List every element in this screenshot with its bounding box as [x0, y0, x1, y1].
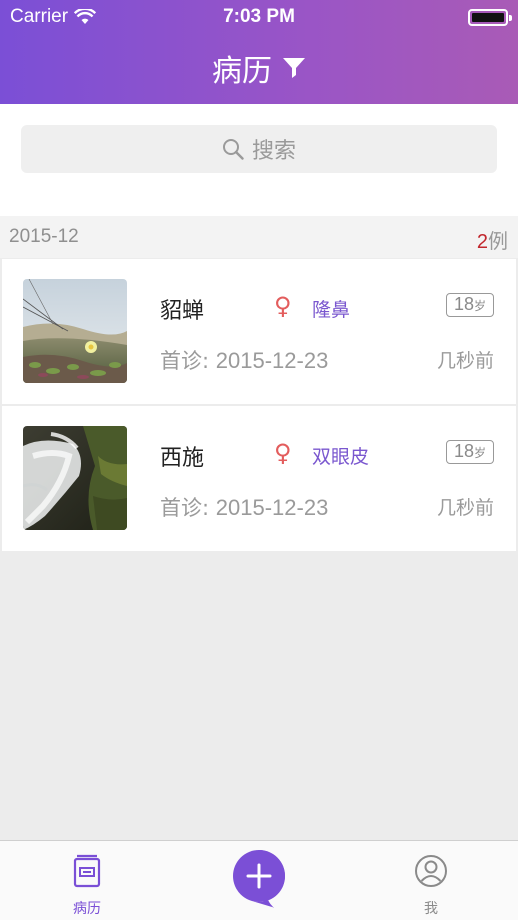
- list-item[interactable]: 貂蝉 ♀ 隆鼻 18岁 首诊: 2015-12-23 几秒前: [2, 259, 516, 404]
- search-icon: [222, 139, 244, 160]
- tab-label: 我: [424, 901, 438, 917]
- first-visit: 首诊: 2015-12-23: [160, 492, 328, 522]
- patient-photo: [23, 279, 127, 383]
- list-item[interactable]: 西施 ♀ 双眼皮 18岁 首诊: 2015-12-23 几秒前: [2, 406, 516, 551]
- status-bar: Carrier 7:03 PM: [0, 0, 518, 34]
- tab-label: 病历: [73, 901, 101, 917]
- procedure-label: 隆鼻: [312, 299, 351, 321]
- section-count: 2例: [477, 225, 508, 254]
- waterfall-photo-image: [23, 426, 127, 530]
- first-visit-label: 首诊:: [160, 349, 210, 373]
- age-unit: 岁: [474, 299, 487, 313]
- age-badge: 18岁: [446, 440, 494, 464]
- age-badge: 18岁: [446, 293, 494, 317]
- plus-icon: [233, 850, 285, 908]
- page-title: 病历: [212, 54, 272, 89]
- time-ago: 几秒前: [436, 497, 494, 519]
- filter-icon[interactable]: [282, 56, 306, 80]
- header: Carrier 7:03 PM 病历: [0, 0, 518, 104]
- first-visit-date: 2015-12-23: [215, 495, 329, 520]
- tab-records[interactable]: 病历: [27, 841, 147, 920]
- status-time: 7:03 PM: [223, 6, 295, 27]
- search-placeholder: 搜索: [251, 139, 296, 164]
- user-icon: [415, 855, 447, 887]
- first-visit: 首诊: 2015-12-23: [160, 345, 328, 375]
- patient-name: 西施: [160, 446, 205, 471]
- records-icon: [73, 854, 101, 888]
- patient-photo: [23, 426, 127, 530]
- tab-me[interactable]: 我: [371, 841, 491, 920]
- nav-title-button[interactable]: 病历: [0, 46, 518, 90]
- first-visit-date: 2015-12-23: [215, 348, 329, 373]
- age-unit: 岁: [474, 446, 487, 460]
- first-visit-label: 首诊:: [160, 496, 210, 520]
- female-icon: ♀: [274, 292, 292, 320]
- search-input[interactable]: 搜索: [21, 125, 497, 173]
- age-value: 18: [453, 441, 474, 461]
- section-header: 2015-12 2例: [0, 216, 518, 258]
- flower-photo-image: [23, 279, 127, 383]
- female-icon: ♀: [274, 439, 292, 467]
- age-value: 18: [453, 294, 474, 314]
- count-unit: 例: [488, 229, 508, 253]
- add-record-button[interactable]: [232, 849, 286, 909]
- time-ago: 几秒前: [436, 350, 494, 372]
- battery-icon: [468, 9, 512, 26]
- section-date: 2015-12: [9, 226, 79, 247]
- patient-name: 貂蝉: [160, 299, 205, 324]
- count-number: 2: [476, 231, 488, 253]
- search-area: 搜索: [0, 104, 518, 216]
- procedure-label: 双眼皮: [312, 446, 370, 468]
